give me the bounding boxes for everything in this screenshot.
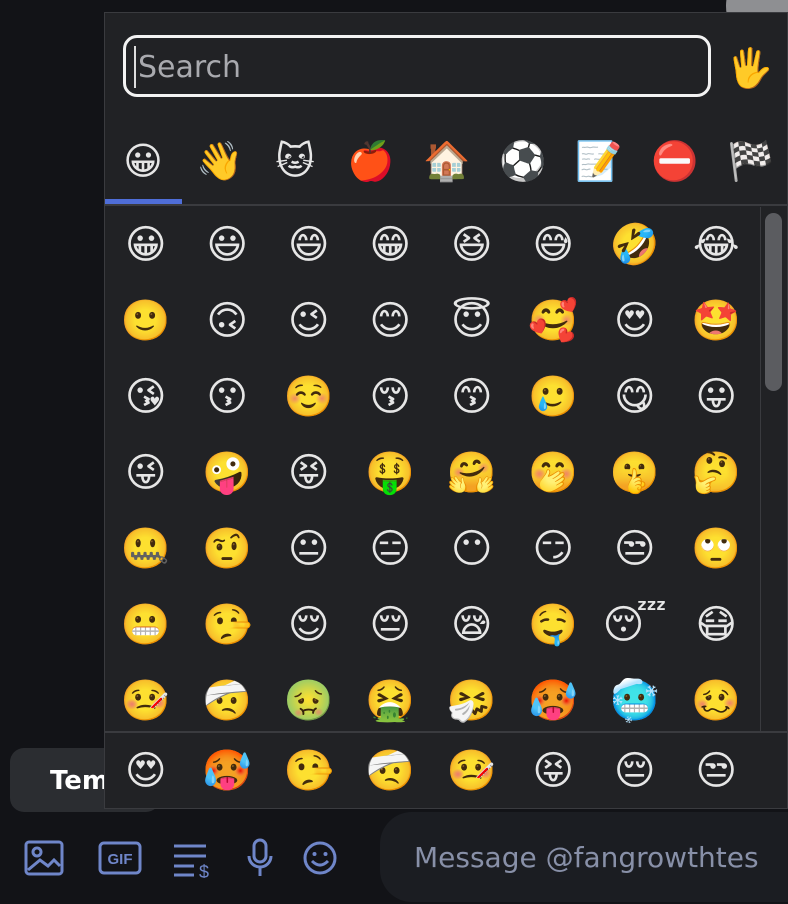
emoji-cell[interactable]: 🤫 (594, 435, 676, 511)
tab-travel[interactable]: 🏠 (417, 131, 477, 191)
emoji-cell[interactable]: 😇 (431, 283, 513, 359)
message-box (380, 812, 788, 902)
emoji-cell[interactable]: 😅 (513, 207, 595, 283)
emoji-cell[interactable]: 😍 (594, 283, 676, 359)
emoji-cell[interactable]: 🤢 (268, 663, 350, 731)
recent-emoji-cell[interactable]: 😔 (594, 735, 676, 807)
emoji-cell[interactable]: 😬 (105, 587, 187, 663)
emoji-cell[interactable]: 😄 (268, 207, 350, 283)
emoji-cell[interactable]: 😛 (676, 359, 758, 435)
emoji-cell[interactable]: 🤑 (350, 435, 432, 511)
emoji-cell[interactable]: 🤩 (676, 283, 758, 359)
divider (105, 731, 787, 733)
image-icon[interactable] (24, 838, 64, 878)
emoji-cell[interactable]: 🙂 (105, 283, 187, 359)
emoji-cell[interactable]: 🤒 (105, 663, 187, 731)
recent-emoji-cell[interactable]: 🤕 (350, 735, 432, 807)
emoji-cell[interactable]: 😑 (350, 511, 432, 587)
emoji-grid-scroll: 😀 😃 😄 😁 😆 😅 🤣 😂 🙂 🙃 😉 😊 😇 🥰 😍 🤩 😘 😗 ☺️ 😚 😙 🥲 😋 😛 😜 🤪 😝 🤑 🤗 🤭 🤫 🤔 🤐 🤨 😐 😑 😶 😏 😒… (105, 207, 757, 731)
scrollbar-thumb[interactable] (765, 213, 782, 391)
emoji-search-box (123, 35, 711, 97)
gif-icon[interactable]: GIF (98, 838, 142, 878)
recent-emoji-cell[interactable]: 🥵 (187, 735, 269, 807)
tab-symbols[interactable]: ⛔ (645, 131, 705, 191)
emoji-picker: 🖐️ 😀 👋 🐱 🍎 🏠 ⚽ 📝 ⛔ 🏁 😀😃😄😁😆😅🤣😂🙂🙃😉😊😇🥰😍🤩😘😗☺… (104, 12, 788, 809)
divider (105, 204, 787, 206)
emoji-cell[interactable]: 😔 (350, 587, 432, 663)
emoji-cell[interactable]: 🤪 (187, 435, 269, 511)
emoji-cell[interactable]: 😁 (350, 207, 432, 283)
emoji-cell[interactable]: 😏 (513, 511, 595, 587)
emoji-cell[interactable]: 😷 (676, 587, 758, 663)
svg-text:GIF: GIF (108, 851, 133, 868)
tab-activities[interactable]: ⚽ (493, 131, 553, 191)
emoji-cell[interactable]: 🤔 (676, 435, 758, 511)
emoji-cell[interactable]: 😂 (676, 207, 758, 283)
tab-smileys[interactable]: 😀 (113, 131, 173, 191)
recent-emoji-cell[interactable]: 😍 (105, 735, 187, 807)
emoji-cell[interactable]: 🤮 (350, 663, 432, 731)
emoji-cell[interactable]: 🥲 (513, 359, 595, 435)
emoji-cell[interactable]: 😝 (268, 435, 350, 511)
emoji-cell[interactable]: 😗 (187, 359, 269, 435)
emoji-cell[interactable]: 🤤 (513, 587, 595, 663)
emoji-cell[interactable]: 🥴 (676, 663, 758, 731)
emoji-cell[interactable]: 😊 (350, 283, 432, 359)
emoji-cell[interactable]: 🙃 (187, 283, 269, 359)
recent-emoji-cell[interactable]: 😝 (513, 735, 595, 807)
emoji-cell[interactable]: 🤐 (105, 511, 187, 587)
emoji-cell[interactable]: 🤗 (431, 435, 513, 511)
emoji-cell[interactable]: 😙 (431, 359, 513, 435)
emoji-cell[interactable]: 😌 (268, 587, 350, 663)
emoji-cell[interactable]: 😜 (105, 435, 187, 511)
emoji-cell[interactable]: 🙄 (676, 511, 758, 587)
emoji-grid: 😀 😃 😄 😁 😆 😅 🤣 😂 🙂 🙃 😉 😊 😇 🥰 😍 🤩 😘 😗 ☺️ 😚 😙 🥲 😋 😛 😜 🤪 😝 🤑 🤗 🤭 🤫 🤔 🤐 🤨 😐 😑 😶 😏 😒… (105, 207, 757, 731)
svg-text:$: $ (199, 862, 209, 878)
tab-food[interactable]: 🍎 (341, 131, 401, 191)
emoji-cell[interactable]: 🤕 (187, 663, 269, 731)
message-input[interactable] (412, 836, 788, 878)
recent-emoji-row: 😍 🥵 🤥 🤕 🤒 😝 😔 😒 (105, 735, 757, 809)
template-pill-label: Tem (50, 766, 110, 796)
emoji-cell[interactable]: 😘 (105, 359, 187, 435)
recent-emoji-cell[interactable]: 🤒 (431, 735, 513, 807)
list-dollar-icon[interactable]: $ (172, 838, 212, 878)
emoji-cell[interactable]: 🤧 (431, 663, 513, 731)
emoji-search-input[interactable] (134, 46, 700, 88)
emoji-category-tabs: 😀 👋 🐱 🍎 🏠 ⚽ 📝 ⛔ 🏁 (105, 123, 788, 205)
emoji-cell[interactable]: ☺️ (268, 359, 350, 435)
microphone-icon[interactable] (240, 838, 280, 878)
emoji-cell[interactable]: 😉 (268, 283, 350, 359)
recent-emoji-cell[interactable]: 😒 (676, 735, 758, 807)
emoji-cell[interactable]: 😶 (431, 511, 513, 587)
emoji-cell[interactable]: 🥵 (513, 663, 595, 731)
skin-tone-button[interactable]: 🖐️ (725, 43, 775, 93)
emoji-cell[interactable]: 🥶 (594, 663, 676, 731)
emoji-cell[interactable]: 😪 (431, 587, 513, 663)
recent-emoji-cell[interactable]: 🤥 (268, 735, 350, 807)
emoji-icon[interactable] (300, 838, 340, 878)
emoji-cell[interactable]: 🤭 (513, 435, 595, 511)
tab-flags[interactable]: 🏁 (721, 131, 781, 191)
emoji-cell[interactable]: 🥰 (513, 283, 595, 359)
emoji-cell[interactable]: 🤨 (187, 511, 269, 587)
emoji-cell[interactable]: 🤥 (187, 587, 269, 663)
emoji-cell[interactable]: 😋 (594, 359, 676, 435)
emoji-cell[interactable]: 😆 (431, 207, 513, 283)
emoji-cell[interactable]: 😚 (350, 359, 432, 435)
tab-people[interactable]: 👋 (190, 131, 250, 191)
emoji-cell[interactable]: 😀 (105, 207, 187, 283)
emoji-cell[interactable]: 🤣 (594, 207, 676, 283)
emoji-cell[interactable]: 😴 (594, 587, 676, 663)
emoji-cell[interactable]: 😃 (187, 207, 269, 283)
emoji-cell[interactable]: 😐 (268, 511, 350, 587)
tab-objects[interactable]: 📝 (569, 131, 629, 191)
tab-animals[interactable]: 🐱 (265, 131, 325, 191)
emoji-cell[interactable]: 😒 (594, 511, 676, 587)
